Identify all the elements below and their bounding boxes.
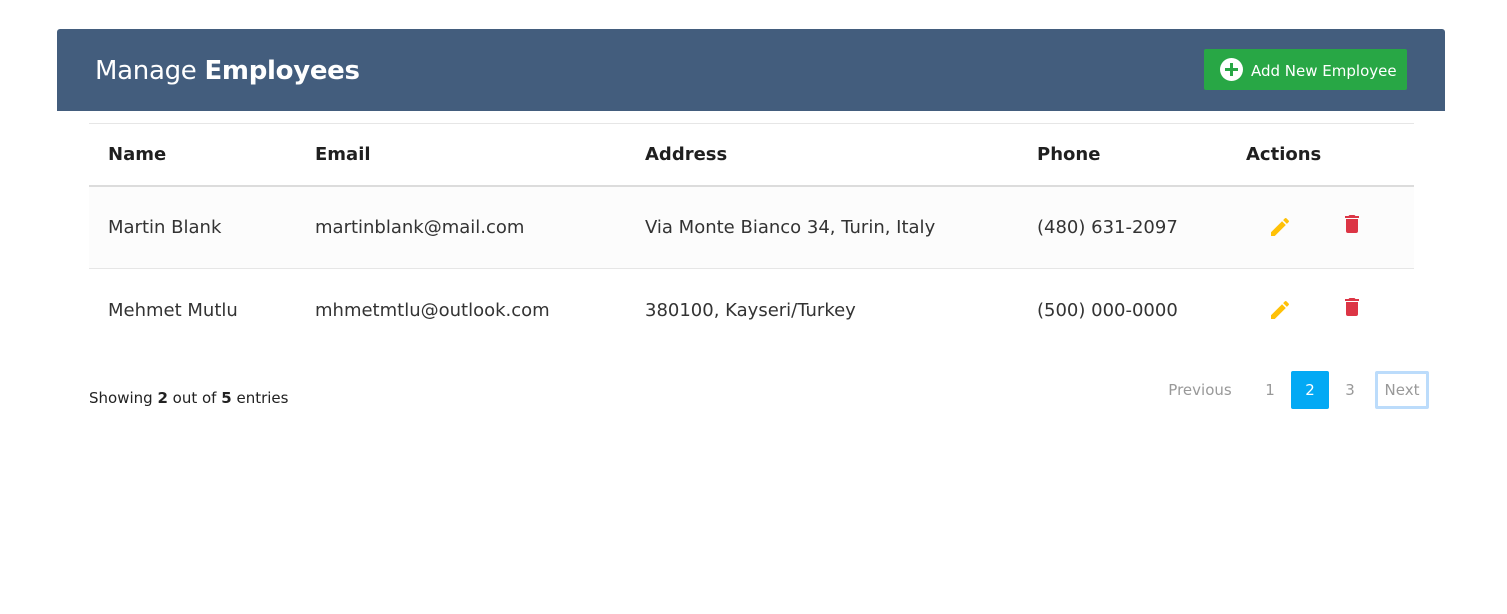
entries-prefix: Showing	[89, 389, 153, 407]
cell-actions	[1227, 269, 1414, 352]
add-new-employee-label: Add New Employee	[1251, 61, 1397, 80]
pencil-icon	[1271, 301, 1290, 320]
pencil-icon	[1271, 218, 1290, 237]
table-row: Mehmet Mutlu mhmetmtlu@outlook.com 38010…	[89, 269, 1414, 352]
entries-suffix: entries	[236, 389, 289, 407]
pagination: Previous 1 2 3 Next	[1149, 370, 1429, 410]
pagination-item: Previous	[1151, 371, 1249, 409]
pagination-item: Next	[1371, 371, 1429, 409]
pagination-item: 1	[1251, 371, 1289, 409]
column-header-name: Name	[108, 143, 167, 165]
trash-icon	[1345, 298, 1359, 317]
cell-email: martinblank@mail.com	[315, 216, 525, 238]
column-header-phone: Phone	[1037, 143, 1101, 165]
cell-name: Mehmet Mutlu	[108, 299, 238, 321]
entries-out-of: out of	[172, 389, 217, 407]
cell-address: 380100, Kayseri/Turkey	[645, 299, 856, 321]
delete-button[interactable]	[1339, 294, 1365, 320]
cell-phone: (480) 631-2097	[1037, 216, 1178, 238]
table-header-row: Name Email Address Phone Actions	[89, 123, 1414, 186]
entries-shown-count: 2	[157, 389, 168, 407]
entries-total-count: 5	[221, 389, 232, 407]
page-title: Manage Employees	[95, 56, 360, 86]
page-title-light: Manage	[95, 56, 197, 86]
cell-address: Via Monte Bianco 34, Turin, Italy	[645, 216, 936, 238]
edit-button[interactable]	[1267, 297, 1293, 323]
pagination-next[interactable]: Next	[1375, 371, 1429, 409]
cell-actions	[1227, 186, 1414, 269]
add-new-employee-button[interactable]: Add New Employee	[1204, 49, 1407, 90]
table-row: Martin Blank martinblank@mail.com Via Mo…	[89, 185, 1414, 269]
cell-email: mhmetmtlu@outlook.com	[315, 299, 550, 321]
delete-button[interactable]	[1339, 211, 1365, 237]
plus-circle-icon	[1220, 58, 1243, 81]
column-header-actions: Actions	[1246, 143, 1322, 165]
page-title-bold: Employees	[204, 56, 360, 86]
cell-name: Martin Blank	[108, 216, 222, 238]
edit-button[interactable]	[1267, 214, 1293, 240]
entries-summary: Showing 2 out of 5 entries	[89, 389, 288, 407]
column-header-address: Address	[645, 143, 728, 165]
employees-table: Name Email Address Phone Actions Martin …	[89, 123, 1414, 352]
column-header-email: Email	[315, 143, 371, 165]
pagination-item: 3	[1331, 371, 1369, 409]
trash-icon	[1345, 215, 1359, 234]
pagination-page-2[interactable]: 2	[1291, 371, 1329, 409]
cell-phone: (500) 000-0000	[1037, 299, 1178, 321]
pagination-page-3[interactable]: 3	[1331, 371, 1369, 409]
row-actions	[1246, 297, 1414, 323]
pagination-page-1[interactable]: 1	[1251, 371, 1289, 409]
table-wrapper: Manage Employees Add New Employee Name E…	[57, 29, 1445, 439]
row-actions	[1246, 214, 1414, 240]
table-title-bar: Manage Employees Add New Employee	[57, 29, 1445, 111]
pagination-item: 2	[1291, 371, 1329, 409]
pagination-previous[interactable]: Previous	[1151, 371, 1249, 409]
